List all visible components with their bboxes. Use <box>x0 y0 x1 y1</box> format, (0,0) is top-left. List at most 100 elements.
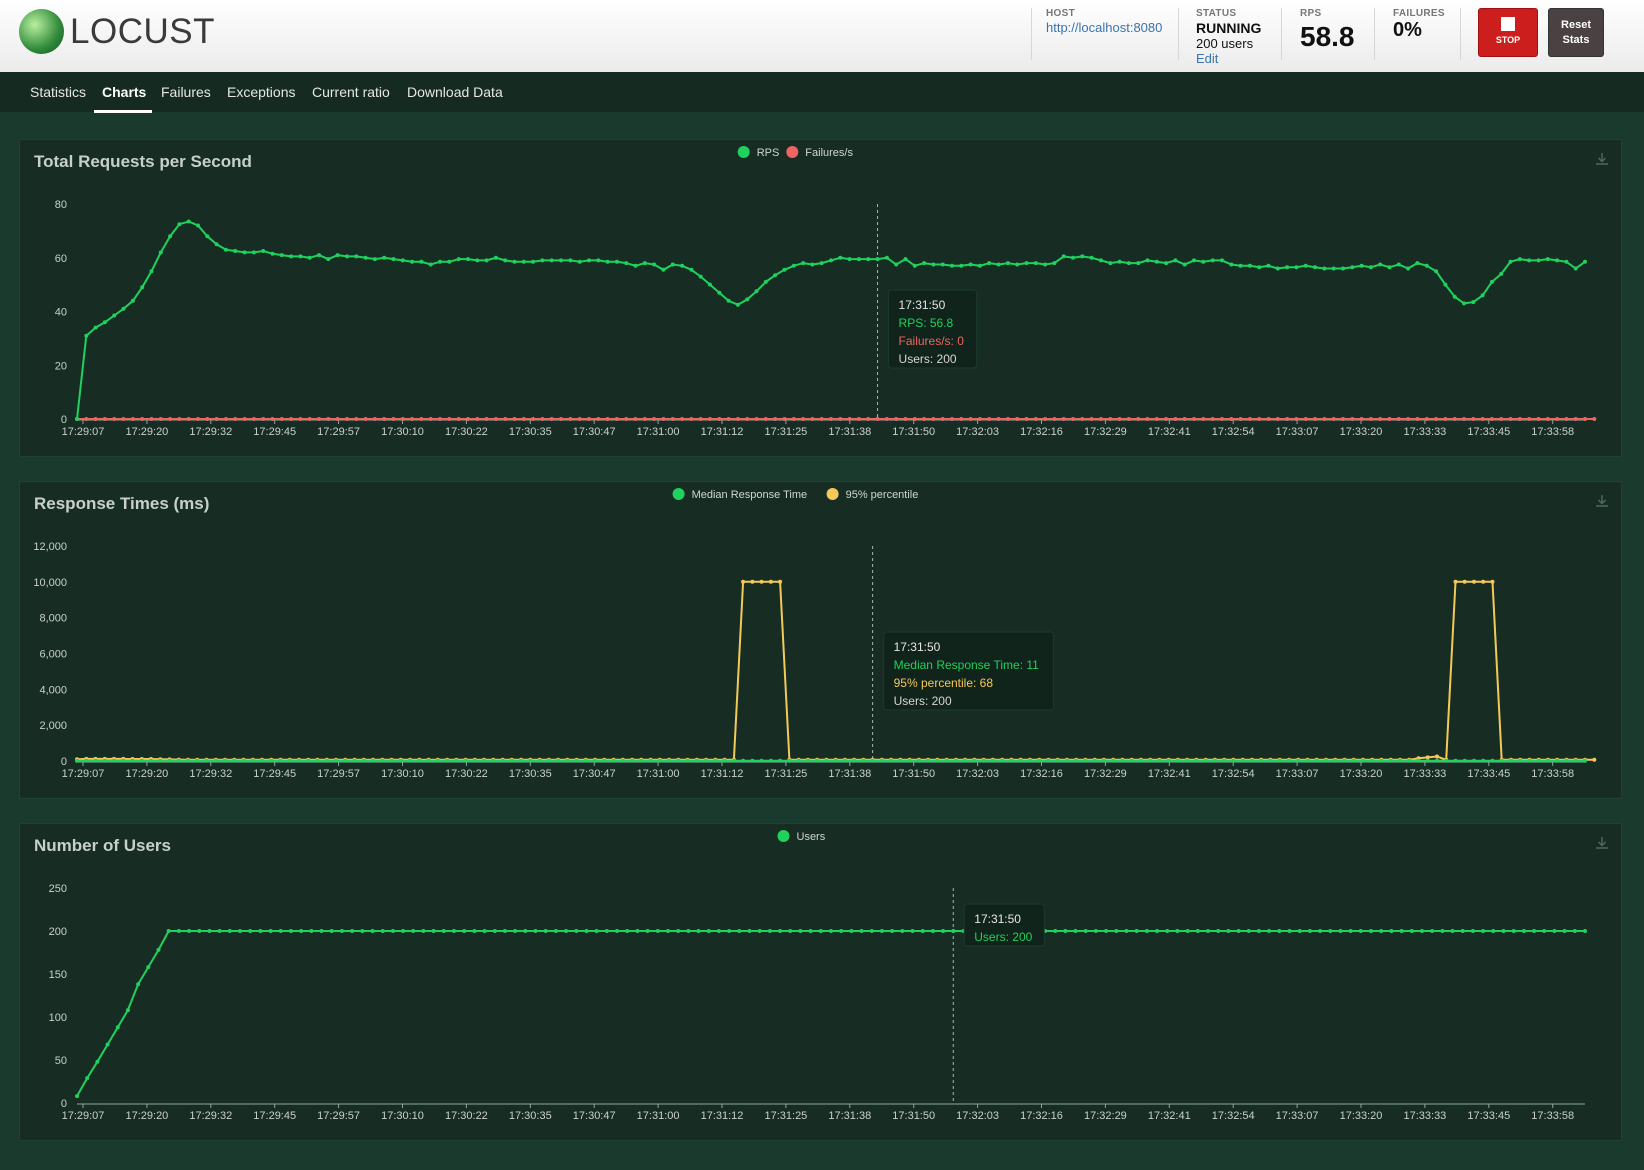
data-point[interactable] <box>466 257 470 262</box>
data-point[interactable] <box>1033 417 1038 421</box>
data-point[interactable] <box>596 417 601 421</box>
data-point[interactable] <box>533 929 538 933</box>
data-point[interactable] <box>963 758 968 763</box>
data-point[interactable] <box>645 929 650 933</box>
data-point[interactable] <box>870 758 875 763</box>
data-point[interactable] <box>722 758 727 763</box>
data-point[interactable] <box>306 758 311 763</box>
data-point[interactable] <box>981 758 986 763</box>
data-point[interactable] <box>1407 758 1412 763</box>
data-point[interactable] <box>482 758 487 763</box>
data-point[interactable] <box>611 758 616 763</box>
data-point[interactable] <box>959 417 964 421</box>
data-point[interactable] <box>1443 417 1448 421</box>
data-point[interactable] <box>1275 266 1280 271</box>
data-point[interactable] <box>452 929 456 933</box>
data-point[interactable] <box>317 253 321 258</box>
data-point[interactable] <box>1297 929 1302 933</box>
data-point[interactable] <box>419 259 424 264</box>
data-point[interactable] <box>1303 417 1308 421</box>
data-point[interactable] <box>1378 262 1383 267</box>
data-point[interactable] <box>754 289 759 294</box>
data-point[interactable] <box>260 758 264 763</box>
data-point[interactable] <box>223 247 228 252</box>
data-point[interactable] <box>1154 417 1159 421</box>
data-point[interactable] <box>593 758 598 763</box>
data-point[interactable] <box>1155 929 1160 933</box>
data-point[interactable] <box>584 929 589 933</box>
data-point[interactable] <box>833 758 838 763</box>
data-point[interactable] <box>824 758 829 763</box>
data-point[interactable] <box>233 249 238 253</box>
data-point[interactable] <box>1509 758 1513 763</box>
data-point[interactable] <box>763 279 768 284</box>
data-point[interactable] <box>1114 929 1119 933</box>
data-point[interactable] <box>307 255 312 260</box>
data-point[interactable] <box>1358 929 1363 933</box>
data-point[interactable] <box>1564 417 1569 421</box>
data-point[interactable] <box>875 417 880 421</box>
data-point[interactable] <box>227 929 232 933</box>
data-point[interactable] <box>324 758 329 763</box>
data-point[interactable] <box>559 258 563 263</box>
data-point[interactable] <box>1350 265 1355 270</box>
data-point[interactable] <box>727 929 732 933</box>
data-point[interactable] <box>426 758 431 763</box>
data-point[interactable] <box>1009 758 1014 763</box>
data-point[interactable] <box>1089 417 1094 421</box>
data-point[interactable] <box>1305 758 1310 763</box>
data-point[interactable] <box>1216 929 1221 933</box>
data-point[interactable] <box>1314 758 1319 763</box>
data-point[interactable] <box>1489 279 1494 284</box>
data-point[interactable] <box>796 758 801 763</box>
data-point[interactable] <box>1415 417 1420 421</box>
data-point[interactable] <box>583 758 588 763</box>
data-point[interactable] <box>704 758 709 763</box>
data-point[interactable] <box>1480 293 1485 298</box>
data-point[interactable] <box>1266 417 1271 421</box>
data-point[interactable] <box>1287 758 1291 763</box>
users-chart[interactable]: Users 250 200 150 100 50 017:29:07 17:29:20 17:2… <box>20 824 1623 1142</box>
data-point[interactable] <box>350 929 355 933</box>
data-point[interactable] <box>1341 266 1345 271</box>
data-point[interactable] <box>759 579 764 584</box>
data-point[interactable] <box>352 758 357 763</box>
data-point[interactable] <box>1521 929 1526 933</box>
data-point[interactable] <box>205 234 210 239</box>
data-point[interactable] <box>447 417 452 421</box>
data-point[interactable] <box>419 417 424 421</box>
data-point[interactable] <box>261 417 266 421</box>
data-point[interactable] <box>1435 754 1439 759</box>
data-point[interactable] <box>1166 758 1171 763</box>
data-point[interactable] <box>232 758 237 763</box>
data-point[interactable] <box>819 417 824 421</box>
data-point[interactable] <box>726 417 731 421</box>
data-point[interactable] <box>149 417 154 421</box>
data-point[interactable] <box>1555 417 1560 421</box>
tab-current-ratio[interactable]: Current ratio <box>312 84 390 100</box>
data-point[interactable] <box>680 263 685 268</box>
data-point[interactable] <box>417 758 422 763</box>
data-point[interactable] <box>1307 929 1312 933</box>
data-point[interactable] <box>1462 417 1466 421</box>
data-point[interactable] <box>1240 758 1245 763</box>
data-point[interactable] <box>884 255 889 260</box>
data-point[interactable] <box>741 579 746 584</box>
data-point[interactable] <box>428 262 433 267</box>
data-point[interactable] <box>639 758 644 763</box>
data-point[interactable] <box>782 417 787 421</box>
data-point[interactable] <box>898 758 903 763</box>
data-point[interactable] <box>1555 758 1560 763</box>
data-point[interactable] <box>1508 417 1513 421</box>
data-point[interactable] <box>466 417 470 421</box>
data-point[interactable] <box>343 758 348 763</box>
data-point[interactable] <box>1490 758 1495 763</box>
data-point[interactable] <box>1564 758 1569 763</box>
data-point[interactable] <box>217 929 222 933</box>
data-point[interactable] <box>1434 269 1439 274</box>
data-point[interactable] <box>568 417 573 421</box>
data-point[interactable] <box>648 758 653 763</box>
data-point[interactable] <box>549 417 554 421</box>
data-point[interactable] <box>1573 266 1578 271</box>
data-point[interactable] <box>1318 929 1323 933</box>
